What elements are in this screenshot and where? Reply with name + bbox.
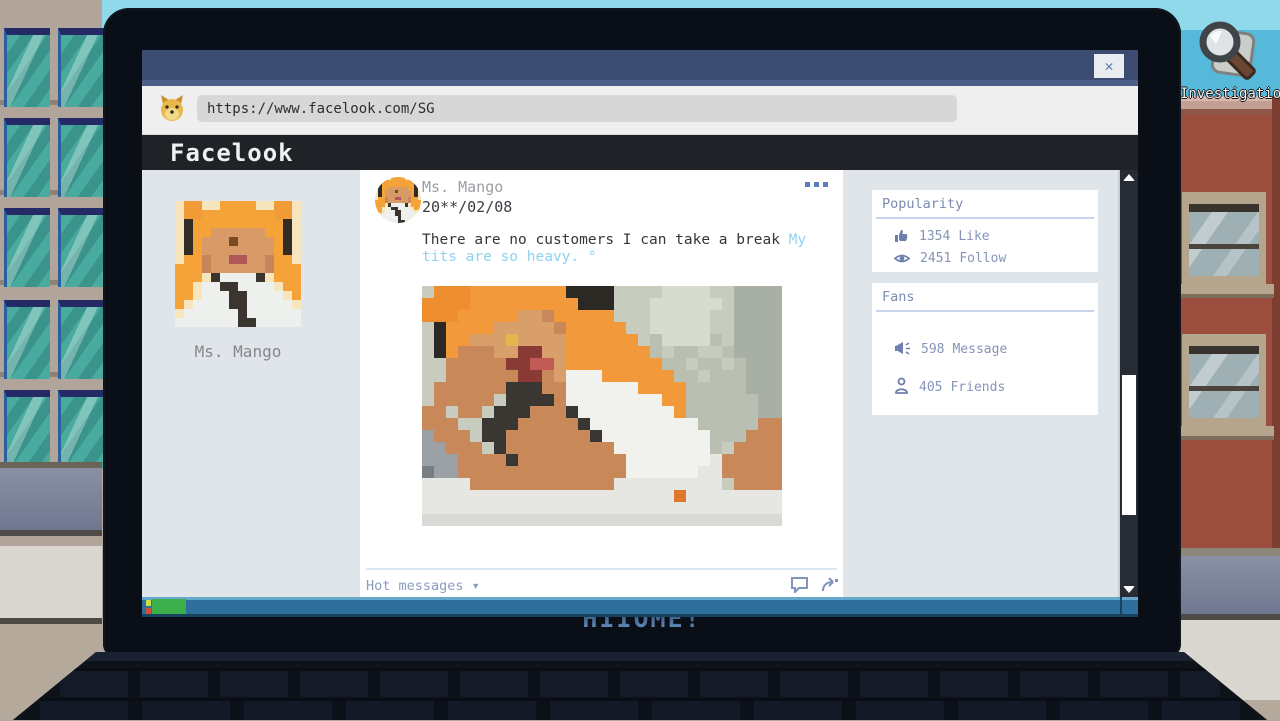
desktop-icon-investigation[interactable]: Investigation <box>1190 14 1274 106</box>
browser-statusbar <box>142 597 1138 617</box>
facelook-page: Ms. Mango Ms. Mango 20**/02/08 There are… <box>142 170 1138 597</box>
url-input[interactable] <box>197 95 957 122</box>
facelook-logo[interactable]: Facelook <box>170 139 294 167</box>
scroll-down-arrow-icon[interactable] <box>1123 586 1135 593</box>
scrollbar-thumb[interactable] <box>1122 375 1136 515</box>
friends-row: 405 Friends <box>894 377 1005 395</box>
thumbs-up-icon <box>894 228 909 243</box>
post-text-plain: There are no customers I can take a brea… <box>422 232 789 248</box>
profile-name: Ms. Mango <box>150 342 326 361</box>
fans-card: Fans 598 Message 405 Friends <box>872 283 1098 415</box>
post-card: Ms. Mango 20**/02/08 There are no custom… <box>360 170 843 597</box>
follow-label: Follow <box>959 251 1006 266</box>
post-divider <box>366 568 837 570</box>
hot-messages-dropdown[interactable]: Hot messages ▾ <box>366 578 480 594</box>
doge-favicon-icon <box>158 94 186 122</box>
building-window <box>1182 334 1266 426</box>
close-button[interactable]: ✕ <box>1094 54 1124 78</box>
fans-title: Fans <box>882 289 915 305</box>
status-pixel-yellow <box>146 600 151 606</box>
building-window-row <box>0 118 102 195</box>
keyboard-row <box>40 698 1240 721</box>
follow-row: 2451 Follow <box>894 251 1006 269</box>
building-window-row <box>0 300 102 377</box>
building-window-row <box>0 208 102 285</box>
browser-titlebar: ✕ <box>142 50 1138 80</box>
like-count: 1354 <box>919 229 950 244</box>
building-window-row <box>0 28 102 105</box>
scroll-up-arrow-icon[interactable] <box>1123 174 1135 181</box>
browser-window: ✕ Facelook Ms. Mango Ms. Mango <box>142 50 1138 583</box>
post-text: There are no customers I can take a brea… <box>422 232 814 266</box>
facelook-navbar: Facelook <box>142 135 1138 170</box>
laptop-hinge <box>0 652 1280 661</box>
profile-picture[interactable] <box>175 201 301 327</box>
like-row: 1354 Like <box>894 228 990 246</box>
post-menu-dots-icon[interactable] <box>805 182 831 188</box>
background-building-left <box>0 0 102 720</box>
message-row: 598 Message <box>894 341 1007 359</box>
popularity-card: Popularity 1354 Like 2451 Follow <box>872 190 1098 272</box>
eye-icon <box>894 252 910 265</box>
friends-label: Friends <box>950 380 1005 395</box>
person-icon <box>894 377 909 394</box>
friends-count: 405 <box>919 380 942 395</box>
post-author: Ms. Mango <box>422 178 503 196</box>
laptop-keyboard <box>0 652 1280 720</box>
share-icon[interactable] <box>820 576 839 593</box>
megaphone-icon <box>894 341 911 356</box>
message-count: 598 <box>921 342 944 357</box>
scrollbar[interactable] <box>1118 170 1138 597</box>
like-label: Like <box>958 229 989 244</box>
building-window-row <box>0 390 102 467</box>
progress-block <box>152 599 186 615</box>
popularity-title: Popularity <box>882 196 963 212</box>
post-text-suffix: ° <box>579 249 596 265</box>
message-label: Message <box>952 342 1007 357</box>
post-avatar[interactable] <box>375 177 421 223</box>
browser-toolbar: Facelook <box>142 86 1138 170</box>
magnifier-icon <box>1190 14 1262 84</box>
building-window <box>1182 192 1266 284</box>
keyboard-row <box>60 668 1220 697</box>
desktop-icon-label: Investigation <box>1180 86 1280 102</box>
post-date: 20**/02/08 <box>422 198 512 216</box>
building-edge-shadow <box>1272 96 1280 548</box>
post-image[interactable] <box>422 286 782 526</box>
follow-count: 2451 <box>920 251 951 266</box>
comment-icon[interactable] <box>790 576 809 593</box>
